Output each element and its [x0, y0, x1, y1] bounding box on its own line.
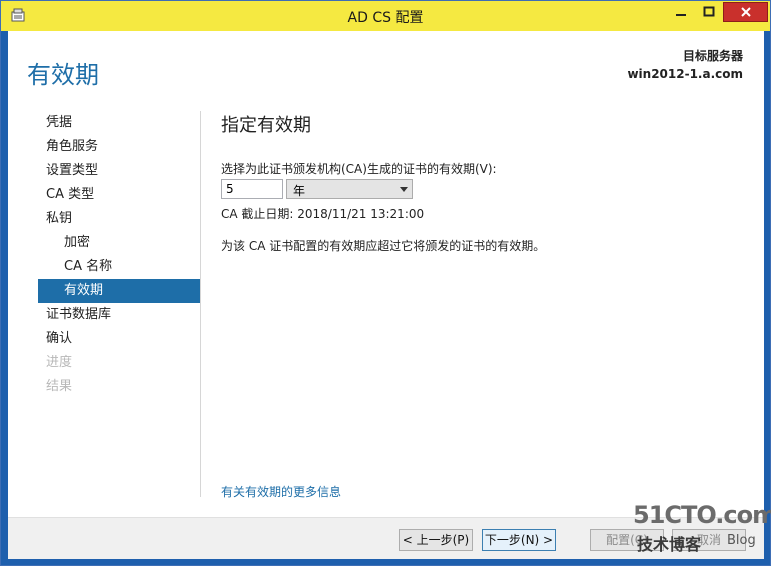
nav-item-1[interactable]: 角色服务: [38, 135, 200, 159]
maximize-button[interactable]: [696, 2, 722, 22]
chevron-down-icon: [396, 180, 412, 198]
destination-server-label: 目标服务器: [682, 49, 743, 63]
watermark-blog-cn: 技术博客: [637, 535, 702, 554]
wizard-navigation: 凭据 角色服务 设置类型 CA 类型 私钥 加密 CA 名称 有效期 证书数据库 确认进度结果: [38, 111, 200, 399]
nav-item-8[interactable]: 证书数据库: [38, 303, 200, 327]
ad-cs-config-window: AD CS 配置 有效期 目标服务器 win2012-1.a.com 凭据 角色服…: [0, 0, 771, 566]
nav-item-10: 进度: [46, 355, 73, 370]
nav-item-5[interactable]: 加密: [38, 231, 200, 255]
validity-unit-dropdown[interactable]: 年: [286, 179, 413, 199]
nav-item-11: 结果: [46, 379, 73, 394]
window-title: AD CS 配置: [347, 10, 424, 26]
destination-server-name: win2012-1.a.com: [627, 67, 743, 81]
nav-item-3[interactable]: CA 类型: [38, 183, 200, 207]
nav-item-6[interactable]: CA 名称: [38, 255, 200, 279]
more-info-link[interactable]: 有关有效期的更多信息: [221, 483, 341, 500]
validity-unit-value: 年: [293, 184, 306, 198]
wizard-client-area: 有效期 目标服务器 win2012-1.a.com 凭据 角色服务 设置类型 CA 类…: [8, 31, 764, 559]
title-bar[interactable]: AD CS 配置: [1, 1, 770, 31]
nav-item-0[interactable]: 凭据: [38, 111, 200, 135]
section-heading: 指定有效期: [221, 115, 311, 136]
close-icon: [740, 7, 751, 17]
nav-divider: [200, 111, 201, 497]
nav-item-2[interactable]: 设置类型: [38, 159, 200, 183]
nav-item-4[interactable]: 私钥: [38, 207, 200, 231]
minimize-button[interactable]: [668, 2, 694, 22]
watermark-blog-en: Blog: [727, 533, 756, 548]
nav-item-9[interactable]: 确认: [38, 327, 200, 351]
validity-prompt-label: 选择为此证书颁发机构(CA)生成的证书的有效期(V):: [221, 162, 497, 176]
next-button[interactable]: 下一步(N) >: [482, 529, 556, 551]
page-title: 有效期: [27, 61, 99, 89]
validity-note: 为该 CA 证书配置的有效期应超过它将颁发的证书的有效期。: [221, 239, 546, 253]
watermark-site: 51CTO.com: [633, 501, 771, 529]
minimize-icon: [676, 14, 686, 16]
close-button[interactable]: [723, 2, 768, 22]
ca-end-date: CA 截止日期: 2018/11/21 13:21:00: [221, 207, 425, 221]
maximize-icon: [703, 6, 715, 17]
previous-button[interactable]: < 上一步(P): [399, 529, 473, 551]
validity-period-input[interactable]: [221, 179, 283, 199]
watermark: 51CTO.com 技术博客 Blog: [631, 501, 771, 557]
nav-item-7[interactable]: 有效期: [38, 279, 200, 303]
